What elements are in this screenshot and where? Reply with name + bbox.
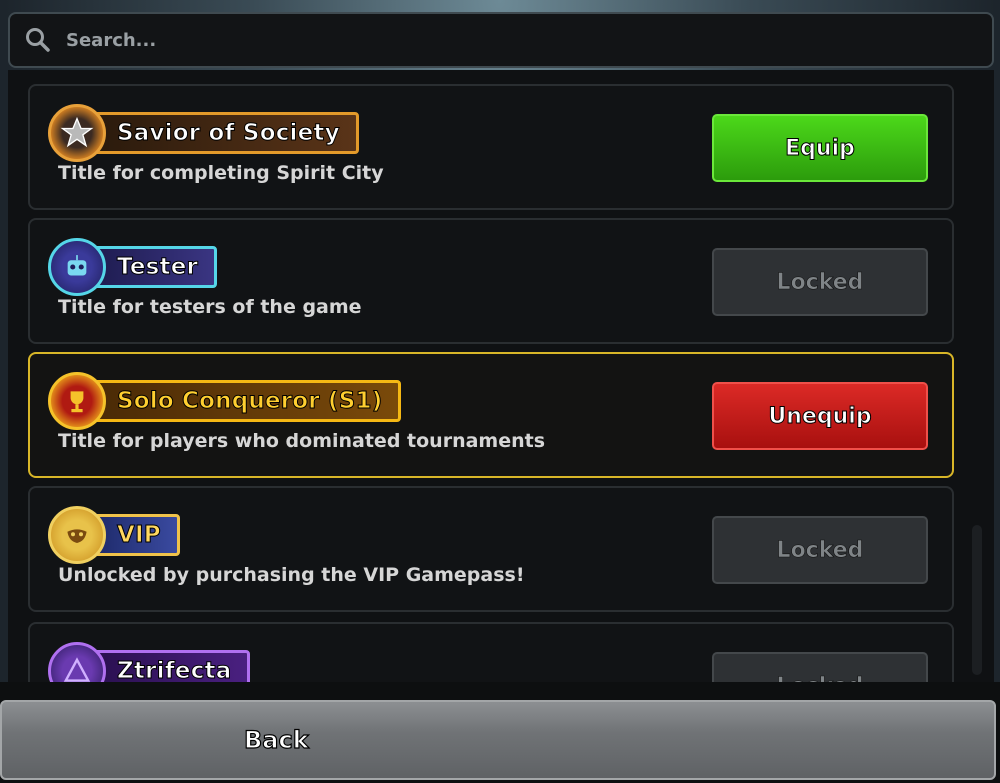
titles-list[interactable]: Savior of Society Title for completing S… xyxy=(8,70,994,682)
triangle-emblem-icon xyxy=(48,642,106,682)
title-badge: Tester xyxy=(48,238,218,296)
locked-button[interactable]: Locked xyxy=(712,248,928,316)
title-item-savior-of-society: Savior of Society Title for completing S… xyxy=(28,84,954,210)
title-name: Solo Conqueror (S1) xyxy=(116,388,383,415)
back-button[interactable]: Back xyxy=(0,700,996,780)
title-name-plate: Ztrifecta xyxy=(92,650,251,683)
title-name: VIP xyxy=(117,522,162,549)
title-item-ztrifecta: Ztrifecta Locked xyxy=(28,622,954,682)
title-item-solo-conqueror: Solo Conqueror (S1) Title for players wh… xyxy=(28,352,954,478)
star-emblem-icon xyxy=(48,104,106,162)
title-name-plate: Solo Conqueror (S1) xyxy=(92,380,402,422)
locked-button[interactable]: Locked xyxy=(712,516,928,584)
title-name-plate: Savior of Society xyxy=(92,112,359,154)
trophy-emblem-icon xyxy=(48,372,106,430)
title-badge: Savior of Society xyxy=(48,104,359,162)
mask-emblem-icon xyxy=(48,506,106,564)
search-bar[interactable] xyxy=(8,12,994,68)
title-description: Unlocked by purchasing the VIP Gamepass! xyxy=(58,564,525,586)
title-name: Savior of Society xyxy=(117,120,341,147)
locked-button[interactable]: Locked xyxy=(712,652,928,682)
robot-emblem-icon xyxy=(48,238,106,296)
title-item-vip: VIP Unlocked by purchasing the VIP Gamep… xyxy=(28,486,954,612)
back-button-label: Back xyxy=(243,725,309,754)
search-input[interactable] xyxy=(66,29,966,51)
title-description: Title for testers of the game xyxy=(58,296,362,318)
title-description: Title for players who dominated tourname… xyxy=(58,430,546,452)
equip-button[interactable]: Equip xyxy=(712,114,928,182)
title-name-plate: Tester xyxy=(92,246,218,288)
title-item-tester: Tester Title for testers of the game Loc… xyxy=(28,218,954,344)
search-icon xyxy=(26,28,50,52)
unequip-button[interactable]: Unequip xyxy=(712,382,928,450)
title-badge: Ztrifecta xyxy=(48,642,251,683)
title-badge: Solo Conqueror (S1) xyxy=(48,372,402,430)
title-description: Title for completing Spirit City xyxy=(58,162,384,184)
scrollbar[interactable] xyxy=(972,525,982,675)
title-name: Ztrifecta xyxy=(116,658,232,683)
title-name: Tester xyxy=(116,254,199,281)
title-badge: VIP xyxy=(48,506,180,564)
